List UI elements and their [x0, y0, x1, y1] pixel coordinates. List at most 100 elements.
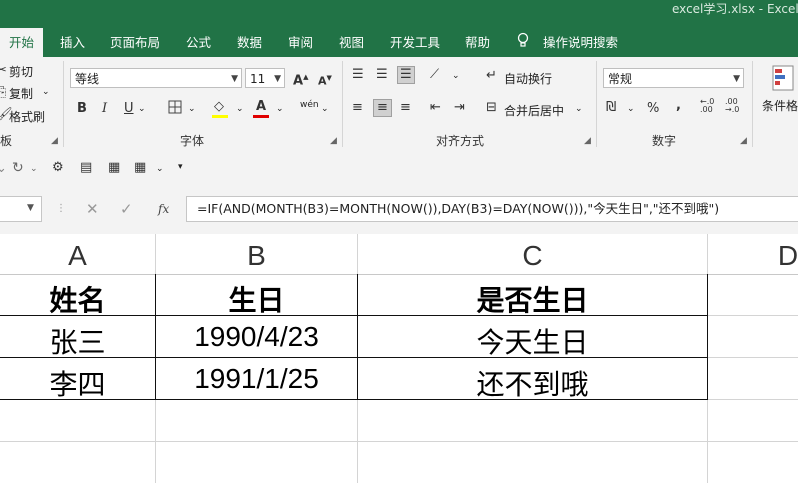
number-format-combo[interactable]: 常规 ▼ [603, 68, 744, 88]
enter-icon[interactable]: ✓ [120, 200, 133, 218]
tab-data[interactable]: 数据 [237, 32, 262, 51]
phonetic-button[interactable]: wén [300, 100, 319, 110]
align-bottom-icon[interactable]: ☰ [397, 66, 415, 84]
shrink-font-label: A [318, 74, 327, 88]
gridline [0, 441, 798, 442]
dialog-launcher-icon[interactable]: ◢ [740, 136, 747, 146]
merge-center-icon: ⊟ [486, 100, 497, 115]
grow-font-button[interactable]: A▲ [293, 69, 308, 89]
cell-a4[interactable]: 李四 [0, 363, 155, 403]
divider [357, 234, 358, 274]
font-name-combo[interactable]: 等线 ▼ [70, 68, 242, 88]
window-title: excel学习.xlsx - Excel [672, 2, 798, 16]
customize-qat-icon[interactable]: ▾ [178, 162, 183, 172]
toolbox-icon[interactable]: ▦ [134, 160, 146, 176]
chevron-down-icon[interactable]: ⌄ [575, 104, 583, 114]
underline-button[interactable]: U [124, 101, 134, 117]
tab-view[interactable]: 视图 [339, 32, 364, 51]
formula-input[interactable]: =IF(AND(MONTH(B3)=MONTH(NOW()),DAY(B3)=D… [186, 196, 798, 222]
number-group-label: 数字 [652, 134, 677, 148]
tab-help[interactable]: 帮助 [465, 32, 490, 51]
chevron-down-icon[interactable]: ⌄ [236, 104, 244, 114]
dialog-launcher-icon[interactable]: ◢ [584, 136, 591, 146]
macro-icon[interactable]: ⚙ [52, 160, 64, 176]
chevron-down-icon[interactable]: ⌄ [188, 104, 196, 114]
merge-center-button[interactable]: 合并后居中 [504, 102, 564, 119]
alignment-group-label: 对齐方式 [436, 134, 485, 148]
accounting-format-icon[interactable]: ₪ [606, 100, 616, 116]
align-right-icon[interactable]: ≡ [400, 100, 411, 116]
number-format-value: 常规 [608, 72, 633, 86]
cancel-icon[interactable]: ✕ [86, 200, 99, 218]
quick-access-toolbar: ⌄ ↻ ⌄ ⚙ ▤ ▦ ▦ ⌄ ▾ [0, 152, 798, 187]
column-header-b[interactable]: B [156, 234, 357, 274]
chevron-down-icon[interactable]: ⌄ [452, 71, 460, 81]
dialog-launcher-icon[interactable]: ◢ [330, 136, 337, 146]
divider [63, 61, 64, 147]
tab-page-layout[interactable]: 页面布局 [110, 32, 160, 51]
chevron-down-icon[interactable]: ⌄ [321, 104, 329, 114]
increase-decimal-icon[interactable]: ←.0.00 [700, 98, 714, 114]
orientation-icon[interactable]: ⟋ [430, 67, 439, 83]
chevron-down-icon[interactable]: ⌄ [276, 104, 284, 114]
name-box[interactable]: ▼ [0, 196, 42, 222]
italic-button[interactable]: I [102, 101, 107, 117]
align-top-icon[interactable]: ☰ [352, 67, 364, 83]
tell-me-search[interactable]: 操作说明搜索 [543, 32, 618, 51]
cell-a3[interactable]: 张三 [0, 321, 155, 361]
chevron-down-icon[interactable]: ▼ [27, 203, 34, 213]
cell-c4[interactable]: 还不到哦 [358, 363, 707, 403]
cut-button[interactable]: 剪切 [9, 63, 33, 80]
borders-icon[interactable] [168, 100, 182, 119]
align-center-icon[interactable]: ≡ [373, 99, 392, 117]
font-color-button[interactable]: A [256, 99, 266, 115]
cell-c2[interactable]: 是否生日 [358, 279, 707, 319]
chevron-down-icon[interactable]: ⌄ [42, 87, 50, 97]
tab-home[interactable]: 开始 [0, 28, 44, 57]
align-left-icon[interactable]: ≡ [352, 100, 363, 116]
decrease-indent-icon[interactable]: ⇤ [430, 100, 441, 116]
column-header-c[interactable]: C [358, 234, 707, 274]
undo-chevron-icon[interactable]: ⌄ [0, 161, 7, 177]
bold-button[interactable]: B [77, 101, 87, 117]
cell-a2[interactable]: 姓名 [0, 279, 155, 319]
column-header-a[interactable]: A [0, 234, 155, 274]
format-painter-button[interactable]: 格式刷 [9, 108, 45, 125]
conditional-formatting-button[interactable]: 条件格 [762, 97, 798, 114]
divider [596, 61, 597, 147]
tab-developer[interactable]: 开发工具 [390, 32, 440, 51]
align-middle-icon[interactable]: ☰ [376, 67, 388, 83]
fill-color-icon[interactable]: ◇ [214, 99, 224, 115]
chevron-down-icon[interactable]: ⌄ [30, 164, 38, 174]
fill-color-bar [212, 115, 228, 118]
comma-button[interactable]: , [676, 98, 681, 114]
cell-b2[interactable]: 生日 [156, 279, 357, 319]
redo-icon[interactable]: ↻ [12, 160, 24, 176]
form-icon[interactable]: ▤ [80, 160, 92, 176]
clipboard-group-label: 板 [0, 134, 13, 148]
lightbulb-icon [517, 32, 529, 51]
chevron-down-icon[interactable]: ⌄ [138, 104, 146, 114]
tab-formulas[interactable]: 公式 [186, 32, 211, 51]
font-group-label: 字体 [180, 134, 205, 148]
tab-review[interactable]: 审阅 [288, 32, 313, 51]
toolbox-icon[interactable]: ▦ [108, 160, 120, 176]
dialog-launcher-icon[interactable]: ◢ [51, 136, 58, 146]
wrap-text-button[interactable]: 自动换行 [504, 70, 552, 87]
decrease-decimal-icon[interactable]: .00 →.0 [725, 98, 739, 114]
chevron-down-icon[interactable]: ⌄ [627, 104, 635, 114]
cell-b4[interactable]: 1991/1/25 [156, 363, 357, 395]
font-size-value: 11 [250, 72, 266, 86]
tab-insert[interactable]: 插入 [60, 32, 85, 51]
column-header-d[interactable]: D [708, 234, 798, 274]
cell-b3[interactable]: 1990/4/23 [156, 321, 357, 353]
percent-button[interactable]: % [647, 101, 659, 117]
font-size-combo[interactable]: 11 ▼ [245, 68, 285, 88]
increase-indent-icon[interactable]: ⇥ [454, 100, 465, 116]
copy-button[interactable]: 复制 [9, 85, 33, 102]
insert-function-button[interactable]: fx [158, 202, 169, 216]
cell-c3[interactable]: 今天生日 [358, 321, 707, 361]
chevron-down-icon[interactable]: ⌄ [156, 164, 164, 174]
shrink-font-button[interactable]: A▼ [318, 70, 332, 90]
conditional-formatting-icon[interactable] [772, 65, 794, 96]
